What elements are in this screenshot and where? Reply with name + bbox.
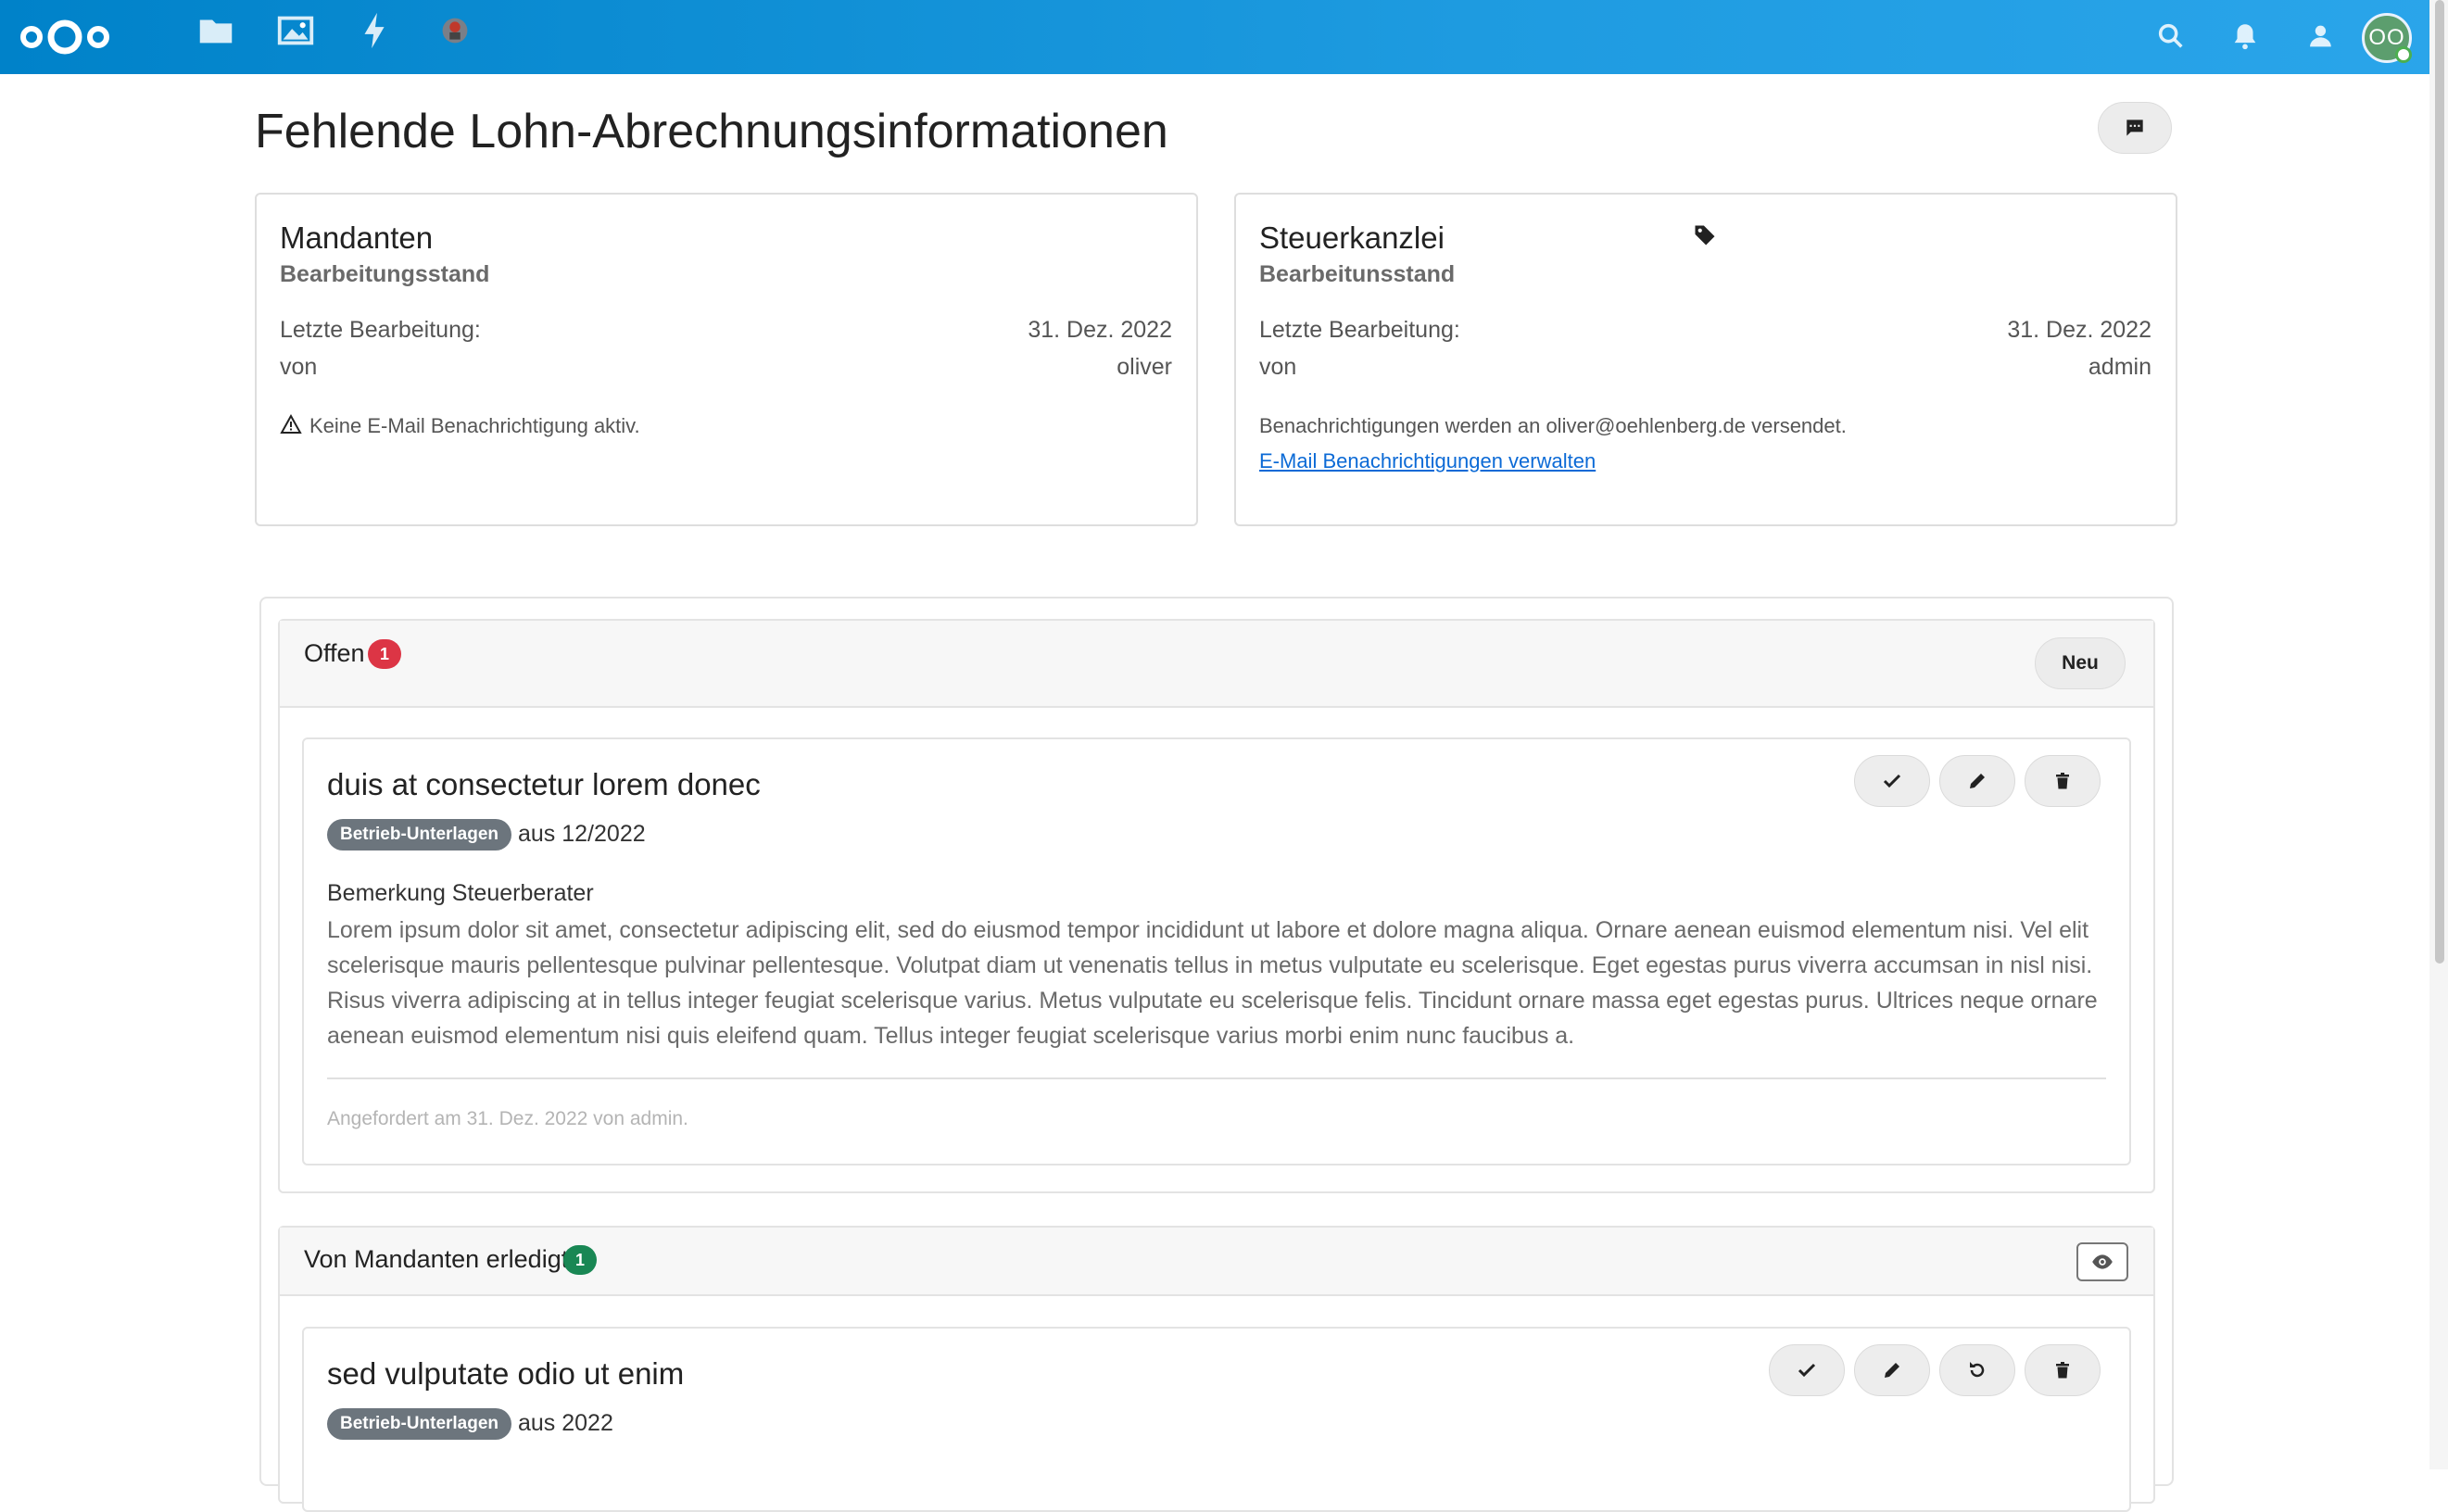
kanzlei-by-label: von	[1259, 354, 1297, 380]
erledigt-count-badge: 1	[563, 1245, 597, 1275]
bell-icon[interactable]	[2229, 20, 2261, 52]
done-request-tag: Betrieb-Unterlagen	[327, 1408, 512, 1440]
top-bar: OO	[0, 0, 2448, 74]
open-request-tag: Betrieb-Unterlagen	[327, 819, 512, 850]
pencil-icon	[1885, 1363, 1899, 1378]
reopen-button[interactable]	[1939, 1344, 2015, 1396]
eye-icon	[2092, 1254, 2113, 1269]
kanzlei-last-edit-value: 31. Dez. 2022	[2007, 317, 2151, 343]
delete-button[interactable]	[2025, 755, 2101, 807]
kanzlei-title: Steuerkanzlei	[1259, 220, 1445, 255]
page-title: Fehlende Lohn-Abrechnungsinformationen	[255, 105, 1168, 158]
check-icon	[1798, 1363, 1816, 1378]
mandanten-title: Mandanten	[280, 220, 434, 255]
contacts-icon[interactable]	[2303, 20, 2335, 52]
comments-button[interactable]	[2098, 102, 2172, 154]
done-mark-done-button[interactable]	[1769, 1344, 1845, 1396]
offen-header	[280, 621, 2153, 708]
search-icon[interactable]	[2155, 20, 2187, 52]
mark-done-button[interactable]	[1854, 755, 1930, 807]
pencil-icon	[1970, 774, 1985, 788]
mandanten-last-edit-label: Letzte Bearbeitung:	[280, 317, 481, 343]
trash-icon	[2056, 773, 2069, 789]
done-delete-button[interactable]	[2025, 1344, 2101, 1396]
mandanten-subtitle: Bearbeitungsstand	[280, 261, 490, 287]
item-divider	[327, 1077, 2106, 1079]
kanzlei-by-value: admin	[2088, 354, 2151, 380]
offen-count-badge: 1	[368, 639, 401, 669]
app-avatar-icon[interactable]	[434, 9, 476, 52]
done-request-title: sed vulputate odio ut enim	[327, 1356, 685, 1391]
open-request-period: aus 12/2022	[518, 821, 646, 847]
trash-icon	[2056, 1362, 2069, 1379]
tag-icon	[1692, 222, 1718, 248]
mandanten-by-label: von	[280, 354, 318, 380]
open-request-meta: Angefordert am 31. Dez. 2022 von admin.	[327, 1108, 688, 1129]
done-request-period: aus 2022	[518, 1410, 613, 1436]
files-icon[interactable]	[195, 9, 237, 52]
kanzlei-subtitle: Bearbeitunsstand	[1259, 261, 1456, 287]
warning-icon	[280, 413, 302, 435]
new-request-button[interactable]: Neu	[2035, 637, 2126, 689]
kanzlei-last-edit-label: Letzte Bearbeitung:	[1259, 317, 1460, 343]
scrollbar-thumb[interactable]	[2435, 0, 2444, 964]
offen-title: Offen	[304, 639, 365, 667]
manage-email-notifications-link[interactable]: E-Mail Benachrichtigungen verwalten	[1259, 449, 1596, 473]
comment-icon	[2126, 120, 2143, 136]
status-indicator	[2395, 46, 2412, 63]
open-request-title: duis at consectetur lorem donec	[327, 767, 761, 801]
open-request-remark: Lorem ipsum dolor sit amet, consectetur …	[327, 917, 2098, 1049]
check-icon	[1883, 774, 1901, 788]
open-request-remark-label: Bemerkung Steuerberater	[327, 880, 594, 906]
nextcloud-logo[interactable]	[17, 13, 113, 61]
erledigt-title: Von Mandanten erledigt	[304, 1245, 569, 1273]
mandanten-by-value: oliver	[1117, 354, 1172, 380]
mandanten-last-edit-value: 31. Dez. 2022	[1028, 317, 1172, 343]
activity-icon[interactable]	[354, 9, 397, 52]
undo-icon	[1970, 1362, 1985, 1378]
toggle-visibility-button[interactable]	[2076, 1242, 2128, 1281]
photos-icon[interactable]	[274, 9, 317, 52]
done-edit-button[interactable]	[1854, 1344, 1930, 1396]
mandanten-warning: Keine E-Mail Benachrichtigung aktiv.	[309, 414, 640, 437]
kanzlei-notice: Benachrichtigungen werden an oliver@oehl…	[1259, 414, 1847, 437]
edit-button[interactable]	[1939, 755, 2015, 807]
